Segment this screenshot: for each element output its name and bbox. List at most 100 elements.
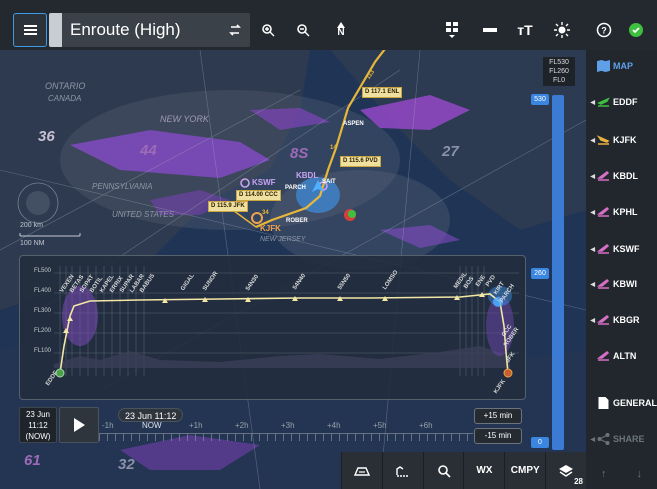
alternate-icon	[597, 244, 610, 254]
sector-number: 44	[140, 142, 157, 159]
fl-readout-mid: FL260	[549, 68, 569, 75]
top-toolbar: Enroute (High) N тT ?	[0, 0, 657, 50]
route-view-button[interactable]	[341, 452, 382, 489]
sidebar-label: KJFK	[613, 135, 637, 145]
waypoint-label[interactable]: PARCH	[285, 185, 306, 191]
play-button[interactable]	[59, 407, 99, 443]
svg-text:?: ?	[601, 26, 607, 36]
current-time: 11:12	[28, 421, 48, 430]
waypoint-label[interactable]: ROBER	[286, 218, 308, 224]
navaid-box[interactable]: D 117.1 ENL	[362, 87, 403, 98]
arrow-down-icon[interactable]: ↓	[637, 468, 643, 480]
enroute-map[interactable]: ONTARIO CANADA NEW YORK PENNSYLVANIA UNI…	[0, 50, 586, 489]
sector-number: 27	[442, 143, 459, 160]
timeline-label: -1h	[102, 421, 114, 430]
airport-label[interactable]: KBDL	[296, 171, 318, 180]
fl-readout: FL530 FL260 FL0	[543, 57, 575, 86]
north-label: N	[337, 27, 345, 38]
search-icon	[437, 464, 451, 478]
profile-view-button[interactable]	[381, 452, 423, 489]
sidebar-item-general[interactable]: GENERAL	[586, 391, 657, 415]
text-size-button[interactable]: тT	[509, 13, 541, 47]
region-label: ONTARIO	[45, 81, 86, 91]
sidebar-item-kbwi[interactable]: ◀ KBWI	[586, 272, 657, 296]
cmpy-button[interactable]: CMPY	[504, 452, 546, 489]
now-label: (NOW)	[25, 432, 51, 441]
sidebar-item-kjfk[interactable]: ◀ KJFK	[586, 128, 657, 152]
zoom-out-button[interactable]	[287, 13, 319, 47]
bottom-toolbar: WX CMPY 28	[341, 452, 586, 489]
sector-number: 61	[24, 452, 41, 469]
wx-button[interactable]: WX	[463, 452, 505, 489]
minus-15-min-button[interactable]: -15 min	[474, 428, 522, 444]
layers-menu-button[interactable]	[436, 13, 468, 47]
airport-label[interactable]: KSWF	[252, 178, 276, 187]
scale-km: 200 km	[20, 222, 43, 229]
text-size-icon: тT	[517, 22, 533, 38]
sidebar-item-altn[interactable]: ALTN	[586, 344, 657, 368]
sidebar-item-share[interactable]: ◀ SHARE	[586, 427, 657, 451]
expand-arrow-icon: ◀	[590, 99, 595, 106]
navaid-box[interactable]: D 115.6 PVD	[340, 156, 381, 167]
navaid-box[interactable]: D 115.9 JFK	[208, 201, 248, 212]
menu-icon	[23, 25, 37, 35]
sector-number: 8S	[290, 145, 309, 162]
expand-arrow-icon: ◀	[590, 281, 595, 288]
altitude-bottom-handle[interactable]: 0	[531, 437, 549, 448]
region-label: PENNSYLVANIA	[92, 182, 153, 191]
airport-label[interactable]: KJFK	[260, 224, 281, 233]
arrival-icon	[597, 135, 610, 145]
timeline-scrubber[interactable]: -1h NOW +1h +2h +3h +4h +5h +6h	[99, 421, 473, 445]
alternate-icon	[597, 171, 610, 181]
airport-marker[interactable]	[240, 178, 250, 188]
search-button[interactable]	[422, 452, 464, 489]
sidebar-item-kswf[interactable]: ◀ KSWF	[586, 237, 657, 261]
profile-graph	[54, 266, 519, 378]
altitude-slider[interactable]	[552, 95, 564, 450]
layers-button[interactable]: 28	[545, 452, 586, 489]
waypoint-label[interactable]: ASPEN	[343, 121, 364, 127]
fl-axis-label: FL400	[34, 288, 52, 294]
arrow-up-icon[interactable]: ↑	[601, 468, 607, 480]
expand-arrow-icon: ◀	[590, 246, 595, 253]
zoom-in-icon	[262, 24, 275, 37]
time-cursor-pill[interactable]: 23 Jun 11:12	[118, 408, 184, 422]
current-time-box[interactable]: 23 Jun 11:12 (NOW)	[19, 407, 57, 443]
altitude-top-handle[interactable]: 530	[531, 94, 549, 105]
line-weight-button[interactable]	[474, 13, 506, 47]
fl-readout-top: FL530	[549, 59, 569, 66]
north-up-button[interactable]: N	[325, 13, 357, 47]
sidebar-item-kbdl[interactable]: ◀ KBDL	[586, 164, 657, 188]
sidebar-item-eddf[interactable]: ◀ EDDF	[586, 90, 657, 114]
sidebar-item-kbgr[interactable]: ◀ KBGR	[586, 308, 657, 332]
fl-axis-label: FL100	[34, 348, 52, 354]
menu-button[interactable]	[13, 13, 47, 47]
map-icon	[597, 60, 610, 72]
plus-15-min-button[interactable]: +15 min	[474, 408, 522, 424]
expand-arrow-icon: ◀	[590, 317, 595, 324]
expand-arrow-icon: ◀	[590, 137, 595, 144]
timeline-label: +5h	[373, 421, 387, 430]
status-button[interactable]	[620, 13, 652, 47]
navaid-box[interactable]: D 114.00 CCC	[236, 190, 281, 201]
sidebar-item-kphl[interactable]: ◀ KPHL	[586, 200, 657, 224]
sector-number: 32	[118, 456, 135, 473]
waypoint-label[interactable]: SAIT	[322, 179, 336, 185]
altitude-mid-handle[interactable]: 260	[531, 268, 549, 279]
sidebar-label: KBDL	[613, 171, 638, 181]
alternate-icon	[597, 279, 610, 289]
play-icon	[74, 418, 85, 432]
aircraft-icon	[312, 180, 324, 192]
brightness-button[interactable]	[546, 13, 578, 47]
swap-button[interactable]	[220, 24, 250, 36]
zoom-in-button[interactable]	[252, 13, 284, 47]
fl-axis-label: FL500	[34, 268, 52, 274]
sidebar-label: KPHL	[613, 207, 638, 217]
profile-view-icon	[396, 465, 409, 477]
chart-selector[interactable]: Enroute (High)	[49, 13, 250, 47]
help-button[interactable]: ?	[588, 13, 620, 47]
expand-arrow-icon: ◀	[590, 209, 595, 216]
sidebar-item-map[interactable]: MAP	[586, 54, 657, 78]
chart-title: Enroute (High)	[70, 20, 181, 39]
vertical-profile[interactable]: FL500 FL400 FL300 FL200 FL100 EDDF VEXEN…	[19, 255, 526, 400]
